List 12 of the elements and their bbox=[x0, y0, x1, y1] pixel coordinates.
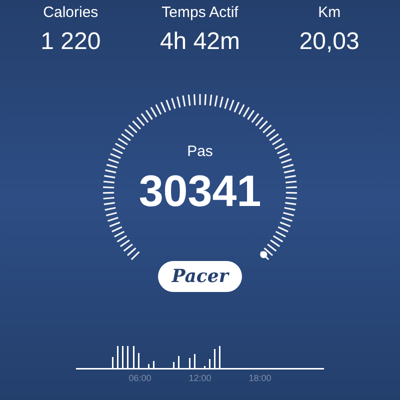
stat-value: 1 220 bbox=[40, 26, 101, 57]
time-label: 06:00 bbox=[128, 372, 152, 385]
stat-value: 20,03 bbox=[299, 26, 360, 57]
time-label: 18:00 bbox=[248, 372, 272, 385]
logo: Pacer bbox=[158, 260, 242, 292]
stat-label: Km bbox=[318, 4, 341, 23]
stat-value: 4h 42m bbox=[160, 26, 240, 57]
stat-label: Calories bbox=[43, 4, 98, 23]
stat-label: Temps Actif bbox=[162, 4, 238, 23]
steps-label: Pas bbox=[187, 142, 213, 162]
time-label: 12:00 bbox=[188, 372, 212, 385]
steps-count: 30341 bbox=[138, 166, 262, 218]
